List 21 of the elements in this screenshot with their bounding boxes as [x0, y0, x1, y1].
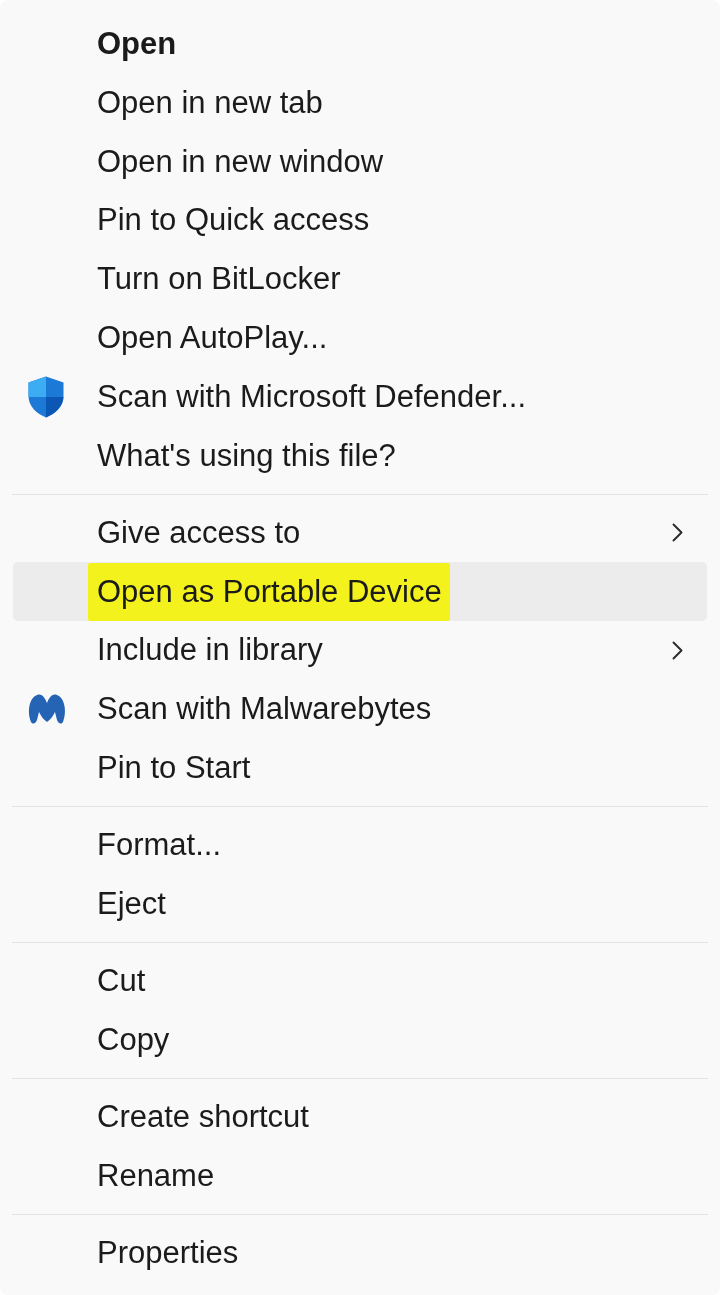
menu-item[interactable]: Give access to — [13, 503, 707, 563]
menu-item[interactable]: Format... — [13, 815, 707, 875]
menu-item[interactable]: Cut — [13, 951, 707, 1011]
menu-item[interactable]: Scan with Malwarebytes — [13, 679, 707, 739]
menu-item[interactable]: Include in library — [13, 620, 707, 680]
menu-item[interactable]: Pin to Quick access — [13, 191, 707, 250]
menu-item[interactable]: Properties — [13, 1223, 707, 1283]
menu-item[interactable]: What's using this file? — [13, 426, 707, 485]
menu-item[interactable]: Scan with Microsoft Defender... — [13, 367, 707, 427]
menu-item[interactable]: Open — [13, 14, 707, 74]
menu-item[interactable]: Open in new tab — [13, 73, 707, 133]
menu-item[interactable]: Create shortcut — [13, 1087, 707, 1147]
menu-item[interactable]: Open in new window — [13, 132, 707, 191]
shield-icon — [27, 375, 65, 418]
menu-item[interactable]: Rename — [13, 1146, 707, 1206]
menu-item[interactable]: Turn on BitLocker — [13, 249, 707, 309]
menu-item[interactable]: Eject — [13, 874, 707, 934]
menu-item[interactable]: Copy — [13, 1010, 707, 1070]
menu-item[interactable]: Open as Portable Device — [13, 562, 707, 621]
menu-item[interactable]: Pin to Start — [13, 738, 707, 798]
menu-item[interactable]: Open AutoPlay... — [13, 308, 707, 368]
